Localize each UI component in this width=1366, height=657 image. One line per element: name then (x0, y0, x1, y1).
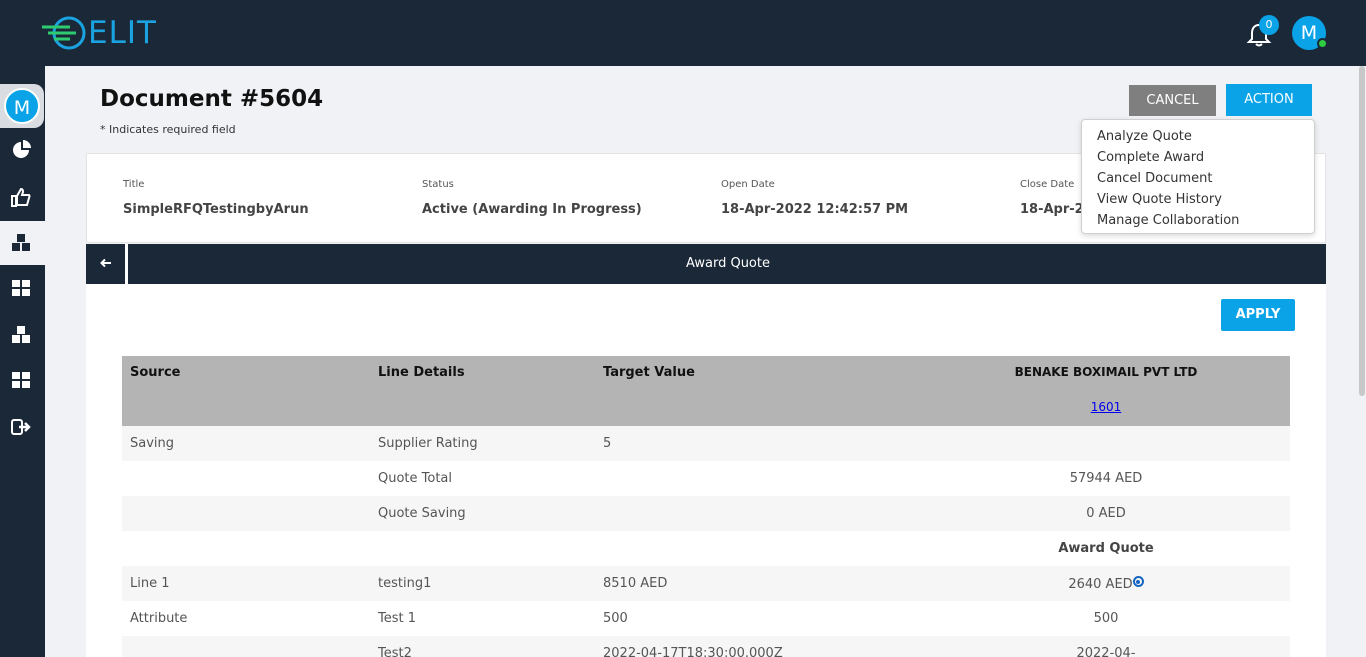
action-button[interactable]: ACTION (1226, 84, 1312, 116)
menu-item-view-quote-history[interactable]: View Quote History (1082, 189, 1314, 210)
info-title: Title SimpleRFQTestingbyArun (123, 179, 309, 217)
logo-icon (42, 16, 86, 50)
cell-line: testing1 (378, 576, 432, 591)
info-title-value: SimpleRFQTestingbyArun (123, 202, 309, 217)
cell-source: Line 1 (130, 576, 170, 591)
grid-icon[interactable] (10, 277, 32, 299)
menu-item-cancel-document[interactable]: Cancel Document (1082, 168, 1314, 189)
table-row: Line 1 testing1 8510 AED 2640 AED (122, 566, 1290, 601)
info-open-date-label: Open Date (721, 179, 775, 190)
supplier-quote-link[interactable]: 1601 (942, 400, 1270, 414)
cell-supplier: 2022-04- (1076, 646, 1136, 657)
online-status-dot (1317, 38, 1328, 49)
table-header: Source Line Details Target Value BENAKE … (122, 356, 1290, 426)
info-open-date: Open Date 18-Apr-2022 12:42:57 PM (721, 179, 908, 217)
cell-line: Quote Total (378, 471, 453, 486)
info-status-label: Status (422, 179, 454, 190)
top-bar: ELIT 0 M (0, 0, 1366, 66)
cell-line: Quote Saving (378, 506, 466, 521)
award-quote-column-label: Award Quote (1058, 541, 1154, 556)
table-row: Saving Supplier Rating 5 (122, 426, 1290, 461)
award-quote-title: Award Quote (686, 256, 770, 271)
info-status-value: Active (Awarding In Progress) (422, 202, 642, 217)
cell-target: 500 (603, 611, 628, 626)
info-status: Status Active (Awarding In Progress) (422, 179, 642, 217)
cell-line: Test2 (378, 646, 412, 657)
scrollbar-thumb[interactable] (1359, 66, 1365, 396)
boxes-icon-2[interactable] (10, 324, 32, 346)
info-open-date-value: 18-Apr-2022 12:42:57 PM (721, 202, 909, 217)
action-dropdown-menu: Analyze Quote Complete Award Cancel Docu… (1081, 119, 1315, 234)
brand-name: ELIT (88, 15, 157, 51)
required-field-note: * Indicates required field (100, 123, 236, 136)
cell-source: Attribute (130, 611, 188, 626)
cell-line: Supplier Rating (378, 436, 478, 451)
sign-out-icon[interactable] (10, 416, 32, 438)
cell-supplier: 57944 AED (1069, 471, 1143, 486)
thumbs-up-icon[interactable] (10, 186, 32, 208)
menu-item-analyze-quote[interactable]: Analyze Quote (1082, 126, 1314, 147)
cell-source: Saving (130, 436, 175, 451)
cell-target: 8510 AED (603, 576, 668, 591)
notification-badge: 0 (1259, 15, 1279, 35)
cell-target: 5 (603, 436, 612, 451)
award-radio-button[interactable] (1132, 576, 1144, 587)
column-header-source: Source (130, 365, 181, 380)
column-header-target-value: Target Value (603, 365, 695, 380)
grid-icon-2[interactable] (10, 369, 32, 391)
column-header-supplier: BENAKE BOXIMAIL PVT LTD (1014, 365, 1198, 379)
table-row: Quote Saving 0 AED (122, 496, 1290, 531)
column-header-line-details: Line Details (378, 365, 465, 380)
table-row: Attribute Test 1 500 500 (122, 601, 1290, 636)
table-row: Quote Total 57944 AED (122, 461, 1290, 496)
table-row: Test2 2022-04-17T18:30:00.000Z 2022-04- (122, 636, 1290, 657)
sidebar-avatar[interactable]: M (4, 88, 40, 124)
sidebar-avatar-container: M (0, 84, 44, 128)
cell-target: 2022-04-17T18:30:00.000Z (603, 646, 783, 657)
pie-chart-icon[interactable] (10, 139, 32, 161)
cell-supplier-value: 2640 AED (1068, 577, 1133, 592)
logo[interactable]: ELIT (40, 14, 157, 52)
cell-supplier: 0 AED (1086, 506, 1126, 521)
award-quote-header: Award Quote (86, 244, 1326, 284)
menu-item-manage-collaboration[interactable]: Manage Collaboration (1082, 210, 1314, 231)
info-title-label: Title (123, 179, 145, 190)
cell-line: Test 1 (378, 611, 417, 626)
cell-supplier-award: 2640 AED (942, 576, 1270, 592)
cancel-button[interactable]: CANCEL (1129, 85, 1216, 116)
back-button[interactable] (86, 244, 128, 284)
boxes-icon[interactable] (10, 232, 32, 254)
menu-item-complete-award[interactable]: Complete Award (1082, 147, 1314, 168)
table-row: Award Quote (122, 531, 1290, 566)
arrow-left-icon (99, 258, 111, 268)
cell-supplier: 500 (1093, 611, 1119, 626)
apply-button[interactable]: APPLY (1221, 299, 1295, 331)
page-title: Document #5604 (100, 86, 324, 112)
sidebar: M (0, 66, 45, 657)
